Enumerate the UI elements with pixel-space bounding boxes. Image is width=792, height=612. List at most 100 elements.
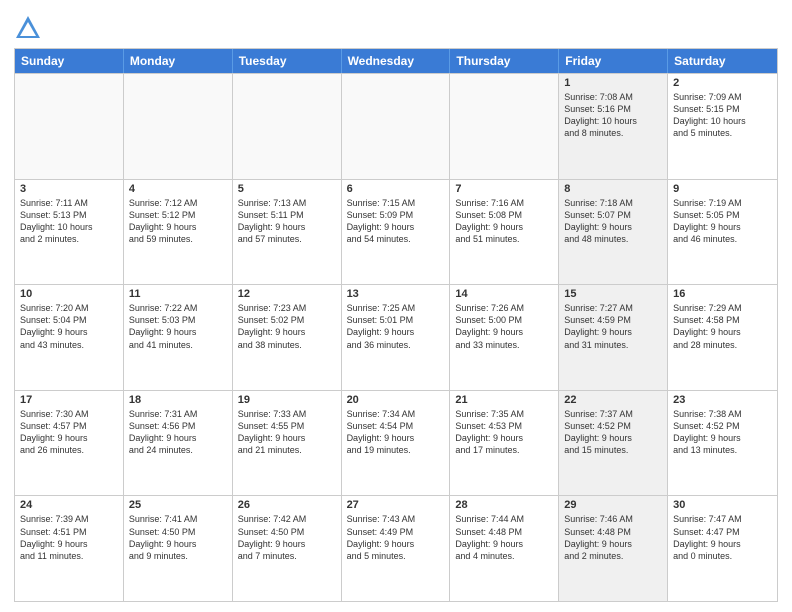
header-day-saturday: Saturday — [668, 49, 777, 73]
cell-info: Sunrise: 7:25 AM Sunset: 5:01 PM Dayligh… — [347, 302, 445, 351]
cell-info: Sunrise: 7:29 AM Sunset: 4:58 PM Dayligh… — [673, 302, 772, 351]
day-number: 21 — [455, 394, 553, 406]
day-number: 28 — [455, 499, 553, 511]
cell-info: Sunrise: 7:27 AM Sunset: 4:59 PM Dayligh… — [564, 302, 662, 351]
cell-info: Sunrise: 7:23 AM Sunset: 5:02 PM Dayligh… — [238, 302, 336, 351]
day-number: 18 — [129, 394, 227, 406]
day-number: 25 — [129, 499, 227, 511]
cal-cell: 21 Sunrise: 7:35 AM Sunset: 4:53 PM Dayli… — [450, 391, 559, 496]
cell-info: Sunrise: 7:15 AM Sunset: 5:09 PM Dayligh… — [347, 197, 445, 246]
cell-info: Sunrise: 7:33 AM Sunset: 4:55 PM Dayligh… — [238, 408, 336, 457]
day-number: 15 — [564, 288, 662, 300]
day-number: 1 — [564, 77, 662, 89]
cell-info: Sunrise: 7:38 AM Sunset: 4:52 PM Dayligh… — [673, 408, 772, 457]
cal-row-1: 3Sunrise: 7:11 AM Sunset: 5:13 PM Daylig… — [15, 179, 777, 285]
day-number: 8 — [564, 183, 662, 195]
cell-info: Sunrise: 7:30 AM Sunset: 4:57 PM Dayligh… — [20, 408, 118, 457]
cell-info: Sunrise: 7:43 AM Sunset: 4:49 PM Dayligh… — [347, 513, 445, 562]
cell-info: Sunrise: 7:16 AM Sunset: 5:08 PM Dayligh… — [455, 197, 553, 246]
cell-info: Sunrise: 7:18 AM Sunset: 5:07 PM Dayligh… — [564, 197, 662, 246]
logo-icon — [14, 14, 42, 42]
calendar: SundayMondayTuesdayWednesdayThursdayFrid… — [14, 48, 778, 602]
day-number: 27 — [347, 499, 445, 511]
header-day-friday: Friday — [559, 49, 668, 73]
cell-info: Sunrise: 7:46 AM Sunset: 4:48 PM Dayligh… — [564, 513, 662, 562]
cal-cell: 10Sunrise: 7:20 AM Sunset: 5:04 PM Dayli… — [15, 285, 124, 390]
cal-cell: 28 Sunrise: 7:44 AM Sunset: 4:48 PM Dayli… — [450, 496, 559, 601]
cal-cell: 12 Sunrise: 7:23 AM Sunset: 5:02 PM Dayli… — [233, 285, 342, 390]
cal-cell: 22Sunrise: 7:37 AM Sunset: 4:52 PM Dayli… — [559, 391, 668, 496]
cal-cell: 29 Sunrise: 7:46 AM Sunset: 4:48 PM Dayli… — [559, 496, 668, 601]
cal-cell: 9Sunrise: 7:19 AM Sunset: 5:05 PM Daylig… — [668, 180, 777, 285]
cal-row-2: 10Sunrise: 7:20 AM Sunset: 5:04 PM Dayli… — [15, 284, 777, 390]
cal-cell — [124, 74, 233, 179]
cell-info: Sunrise: 7:22 AM Sunset: 5:03 PM Dayligh… — [129, 302, 227, 351]
cal-cell: 6 Sunrise: 7:15 AM Sunset: 5:09 PM Daylig… — [342, 180, 451, 285]
cal-cell: 15 Sunrise: 7:27 AM Sunset: 4:59 PM Dayli… — [559, 285, 668, 390]
cal-cell: 25 Sunrise: 7:41 AM Sunset: 4:50 PM Dayli… — [124, 496, 233, 601]
cell-info: Sunrise: 7:34 AM Sunset: 4:54 PM Dayligh… — [347, 408, 445, 457]
day-number: 3 — [20, 183, 118, 195]
cal-cell: 24 Sunrise: 7:39 AM Sunset: 4:51 PM Dayli… — [15, 496, 124, 601]
cal-cell: 5 Sunrise: 7:13 AM Sunset: 5:11 PM Daylig… — [233, 180, 342, 285]
cell-info: Sunrise: 7:44 AM Sunset: 4:48 PM Dayligh… — [455, 513, 553, 562]
cal-row-3: 17 Sunrise: 7:30 AM Sunset: 4:57 PM Dayli… — [15, 390, 777, 496]
header-day-tuesday: Tuesday — [233, 49, 342, 73]
cal-cell: 8 Sunrise: 7:18 AM Sunset: 5:07 PM Daylig… — [559, 180, 668, 285]
cal-cell — [233, 74, 342, 179]
day-number: 12 — [238, 288, 336, 300]
cell-info: Sunrise: 7:12 AM Sunset: 5:12 PM Dayligh… — [129, 197, 227, 246]
day-number: 16 — [673, 288, 772, 300]
day-number: 11 — [129, 288, 227, 300]
day-number: 20 — [347, 394, 445, 406]
day-number: 17 — [20, 394, 118, 406]
day-number: 10 — [20, 288, 118, 300]
day-number: 13 — [347, 288, 445, 300]
cal-cell — [342, 74, 451, 179]
day-number: 29 — [564, 499, 662, 511]
logo — [14, 14, 44, 42]
header — [14, 10, 778, 42]
cal-row-4: 24 Sunrise: 7:39 AM Sunset: 4:51 PM Dayli… — [15, 495, 777, 601]
cal-cell: 30 Sunrise: 7:47 AM Sunset: 4:47 PM Dayli… — [668, 496, 777, 601]
cell-info: Sunrise: 7:26 AM Sunset: 5:00 PM Dayligh… — [455, 302, 553, 351]
cell-info: Sunrise: 7:41 AM Sunset: 4:50 PM Dayligh… — [129, 513, 227, 562]
day-number: 9 — [673, 183, 772, 195]
header-day-sunday: Sunday — [15, 49, 124, 73]
cal-cell: 20 Sunrise: 7:34 AM Sunset: 4:54 PM Dayli… — [342, 391, 451, 496]
cell-info: Sunrise: 7:09 AM Sunset: 5:15 PM Dayligh… — [673, 91, 772, 140]
day-number: 30 — [673, 499, 772, 511]
cal-cell: 26Sunrise: 7:42 AM Sunset: 4:50 PM Dayli… — [233, 496, 342, 601]
cal-cell: 13 Sunrise: 7:25 AM Sunset: 5:01 PM Dayli… — [342, 285, 451, 390]
cell-info: Sunrise: 7:08 AM Sunset: 5:16 PM Dayligh… — [564, 91, 662, 140]
cal-cell: 18Sunrise: 7:31 AM Sunset: 4:56 PM Dayli… — [124, 391, 233, 496]
cal-cell — [450, 74, 559, 179]
day-number: 22 — [564, 394, 662, 406]
cal-cell: 2 Sunrise: 7:09 AM Sunset: 5:15 PM Daylig… — [668, 74, 777, 179]
cell-info: Sunrise: 7:13 AM Sunset: 5:11 PM Dayligh… — [238, 197, 336, 246]
cal-cell: 14 Sunrise: 7:26 AM Sunset: 5:00 PM Dayli… — [450, 285, 559, 390]
cal-cell — [15, 74, 124, 179]
page: SundayMondayTuesdayWednesdayThursdayFrid… — [0, 0, 792, 612]
cal-cell: 17 Sunrise: 7:30 AM Sunset: 4:57 PM Dayli… — [15, 391, 124, 496]
cell-info: Sunrise: 7:35 AM Sunset: 4:53 PM Dayligh… — [455, 408, 553, 457]
cal-cell: 19 Sunrise: 7:33 AM Sunset: 4:55 PM Dayli… — [233, 391, 342, 496]
cell-info: Sunrise: 7:47 AM Sunset: 4:47 PM Dayligh… — [673, 513, 772, 562]
cal-cell: 4 Sunrise: 7:12 AM Sunset: 5:12 PM Daylig… — [124, 180, 233, 285]
day-number: 6 — [347, 183, 445, 195]
day-number: 2 — [673, 77, 772, 89]
day-number: 4 — [129, 183, 227, 195]
header-day-monday: Monday — [124, 49, 233, 73]
day-number: 14 — [455, 288, 553, 300]
day-number: 19 — [238, 394, 336, 406]
header-day-thursday: Thursday — [450, 49, 559, 73]
cell-info: Sunrise: 7:42 AM Sunset: 4:50 PM Dayligh… — [238, 513, 336, 562]
cal-cell: 27 Sunrise: 7:43 AM Sunset: 4:49 PM Dayli… — [342, 496, 451, 601]
cal-row-0: 1 Sunrise: 7:08 AM Sunset: 5:16 PM Daylig… — [15, 73, 777, 179]
day-number: 24 — [20, 499, 118, 511]
cal-cell: 3Sunrise: 7:11 AM Sunset: 5:13 PM Daylig… — [15, 180, 124, 285]
cell-info: Sunrise: 7:39 AM Sunset: 4:51 PM Dayligh… — [20, 513, 118, 562]
day-number: 5 — [238, 183, 336, 195]
cal-cell: 1 Sunrise: 7:08 AM Sunset: 5:16 PM Daylig… — [559, 74, 668, 179]
cal-cell: 7Sunrise: 7:16 AM Sunset: 5:08 PM Daylig… — [450, 180, 559, 285]
